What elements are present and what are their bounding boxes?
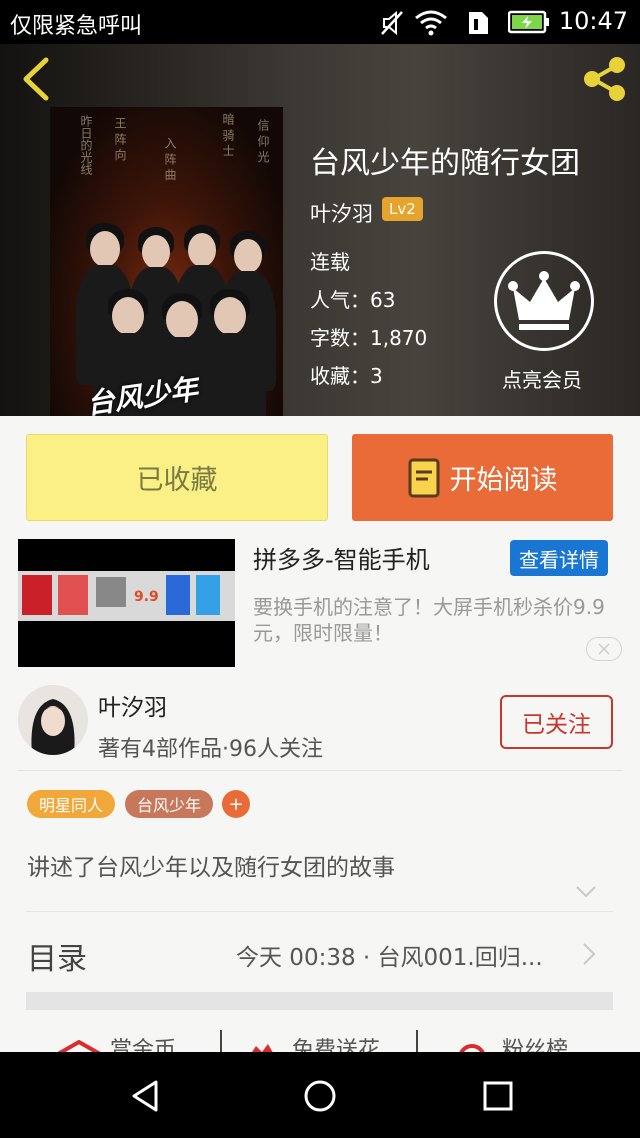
level-badge: Lv2 — [382, 197, 423, 221]
clock: 10:47 — [558, 7, 628, 35]
carrier-label: 仅限紧急呼叫 — [10, 14, 143, 39]
battery-icon — [508, 10, 549, 34]
book-title: 台风少年的随行女团 — [310, 146, 580, 181]
book-word-count: 字数：1,870 — [310, 326, 428, 350]
follow-button[interactable]: 已关注 — [500, 695, 613, 749]
book-icon — [408, 458, 439, 497]
sim-icon — [469, 12, 488, 34]
ad-title[interactable]: 拼多多-智能手机 — [253, 540, 430, 575]
tag-item[interactable]: 明星同人 — [27, 790, 115, 818]
chevron-right-icon[interactable] — [582, 942, 596, 966]
chevron-left-icon[interactable] — [16, 56, 56, 102]
ad-price-tag: 9.9 — [134, 589, 159, 605]
divider — [26, 911, 613, 912]
ad-description: 要换手机的注意了！大屏手机秒杀价9.9元，限时限量！ — [253, 595, 605, 645]
author-name[interactable]: 叶汐羽 — [98, 688, 167, 722]
vip-label: 点亮会员 — [502, 368, 582, 392]
book-author[interactable]: 叶汐羽 — [310, 198, 373, 228]
toc-label[interactable]: 目录 — [27, 934, 87, 978]
book-popularity: 人气：63 — [310, 288, 396, 312]
book-cover[interactable]: 昨日的光线 王 阵 向 入 阵 曲 暗 骑 士 信 仰 光 台风少年 — [50, 107, 283, 416]
home-circle-icon[interactable] — [300, 1076, 340, 1116]
divider — [18, 770, 622, 771]
book-header: 昨日的光线 王 阵 向 入 阵 曲 暗 骑 士 信 仰 光 台风少年 台风少年的… — [0, 44, 640, 416]
collected-button[interactable]: 已收藏 — [26, 434, 328, 521]
author-info: 著有4部作品·96人关注 — [98, 737, 323, 762]
chevron-down-icon[interactable] — [575, 885, 597, 899]
avatar[interactable] — [18, 685, 88, 755]
ad-close-button[interactable] — [586, 637, 622, 661]
navigation-bar — [0, 1052, 640, 1138]
ad-details-button[interactable]: 查看详情 — [510, 540, 608, 576]
tag-item[interactable]: 台风少年 — [125, 790, 213, 818]
start-reading-label: 开始阅读 — [449, 465, 558, 496]
start-reading-button[interactable]: 开始阅读 — [352, 434, 613, 521]
vip-button[interactable] — [494, 251, 594, 351]
ad-image[interactable]: 9.9 — [18, 539, 235, 667]
add-tag-button[interactable]: + — [222, 790, 250, 818]
recents-square-icon[interactable] — [478, 1076, 518, 1116]
section-divider — [26, 992, 613, 1010]
book-status: 连载 — [310, 250, 350, 274]
close-icon — [598, 643, 610, 655]
book-favorites: 收藏：3 — [310, 364, 383, 388]
status-bar: 仅限紧急呼叫 10:47 — [0, 0, 640, 44]
synopsis: 讲述了台风少年以及随行女团的故事 — [27, 855, 395, 881]
back-triangle-icon[interactable] — [126, 1076, 166, 1116]
collected-label: 已收藏 — [136, 465, 218, 496]
wifi-icon — [415, 10, 447, 36]
mute-icon — [381, 10, 403, 36]
crown-icon — [508, 271, 580, 330]
toc-latest-chapter[interactable]: 今天 00:38 · 台风001.回归... — [236, 938, 543, 972]
share-icon[interactable] — [580, 54, 630, 104]
